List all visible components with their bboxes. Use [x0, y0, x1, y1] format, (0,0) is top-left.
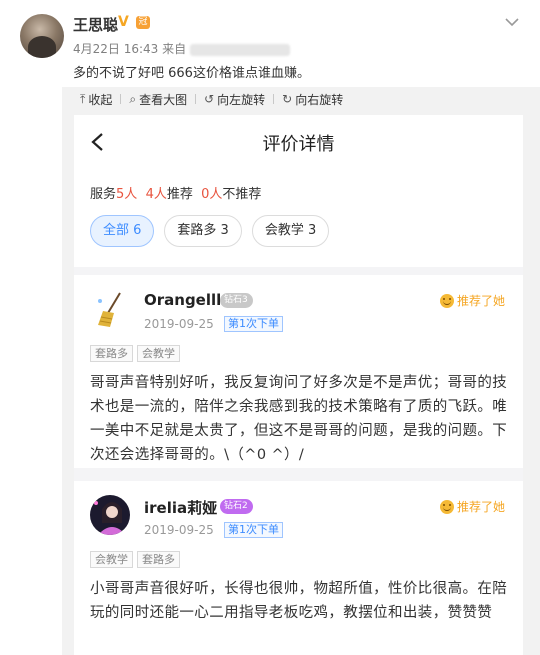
- review-tag: 会教学: [137, 345, 180, 362]
- chevron-down-icon[interactable]: [504, 14, 520, 30]
- recommend-badge: 推荐了她: [439, 498, 505, 515]
- view-large-label: 查看大图: [139, 92, 188, 107]
- review-card: irelia莉娅 钻石2 推荐了她 2019-09-25 第1次下单 会教学 套…: [74, 481, 523, 655]
- smile-icon: [439, 499, 454, 514]
- page-title: 评价详情: [262, 134, 335, 155]
- post-text: 多的不说了好吧 666这价格谁点谁血赚。: [73, 66, 310, 81]
- review-summary: 服务5人 4人推荐 0人不推荐: [90, 183, 261, 202]
- not-recommend-label: 不推荐: [222, 187, 262, 202]
- order-count-badge: 第1次下单: [224, 316, 283, 332]
- order-count-badge: 第1次下单: [224, 522, 283, 538]
- media-panel: ⤒ 收起 ⌕ 查看大图 ↺ 向左旋转 ↻ 向右旋转 评价详情 服务5人 4人推荐…: [62, 87, 540, 655]
- filter-tabs: 全部 6 套路多 3 会教学 3: [90, 215, 330, 247]
- recommend-label: 推荐: [166, 187, 193, 202]
- embedded-screenshot[interactable]: 评价详情 服务5人 4人推荐 0人不推荐 全部 6 套路多 3 会教学 3 Or…: [74, 115, 523, 655]
- view-large-button[interactable]: ⌕ 查看大图: [121, 91, 195, 108]
- tab-taolu: 套路多 3: [164, 215, 242, 247]
- recommend-count: 4人: [145, 187, 167, 202]
- review-summary-header: 评价详情 服务5人 4人推荐 0人不推荐 全部 6 套路多 3 会教学 3: [74, 115, 523, 267]
- poster-username[interactable]: 王思聪: [73, 14, 118, 35]
- post-timestamp: 4月22日 16:43 来自: [73, 42, 187, 56]
- post-meta: 4月22日 16:43 来自: [73, 40, 291, 57]
- rotate-right-button[interactable]: ↻ 向右旋转: [274, 91, 351, 108]
- reviewer-name: Orangelll: [144, 291, 222, 309]
- reviewer-photo-icon: [90, 495, 130, 535]
- level-badge: 钻石3: [220, 293, 253, 308]
- reviewer-avatar: [90, 495, 130, 535]
- served-label: 服务: [90, 187, 117, 202]
- rotate-left-button[interactable]: ↺ 向左旋转: [196, 91, 273, 108]
- rotate-right-icon: ↻: [282, 92, 293, 106]
- poster-avatar[interactable]: [20, 14, 64, 58]
- not-recommend-count: 0人: [201, 187, 223, 202]
- rotate-left-label: 向左旋转: [217, 92, 266, 107]
- smile-icon: [439, 293, 454, 308]
- review-date: 2019-09-25: [144, 317, 214, 331]
- collapse-label: 收起: [88, 92, 113, 107]
- image-toolbar: ⤒ 收起 ⌕ 查看大图 ↺ 向左旋转 ↻ 向右旋转: [62, 87, 540, 111]
- review-body: 哥哥声音特别好听，我反复询问了好多次是不是声优；哥哥的技术也是一流的，陪伴之余我…: [90, 375, 508, 463]
- recommend-text: 推荐了她: [456, 294, 505, 308]
- reviewer-name: irelia莉娅: [144, 499, 218, 517]
- level-badge: 钻石2: [220, 499, 253, 514]
- reviewer-avatar: [90, 289, 130, 329]
- review-tag: 会教学: [90, 551, 133, 568]
- recommend-text: 推荐了她: [456, 500, 505, 514]
- review-card: Orangelll 钻石3 推荐了她 2019-09-25 第1次下单 套路多 …: [74, 275, 523, 468]
- tab-teaching: 会教学 3: [251, 215, 330, 247]
- verified-v-icon: V: [118, 14, 129, 30]
- tab-all: 全部 6: [90, 215, 155, 247]
- blurred-source: [190, 43, 291, 56]
- review-tags: 会教学 套路多: [90, 551, 180, 568]
- review-date: 2019-09-25: [144, 523, 214, 537]
- served-count: 5人: [116, 187, 138, 202]
- review-tags: 套路多 会教学: [90, 345, 180, 362]
- collapse-button[interactable]: ⤒ 收起: [72, 91, 120, 108]
- collapse-icon: ⤒: [80, 91, 86, 106]
- rotate-right-label: 向右旋转: [295, 92, 344, 107]
- magnifier-icon: ⌕: [129, 91, 137, 106]
- review-body: 小哥哥声音很好听，长得也很帅，物超所值，性价比很高。在陪玩的同时还能一心二用指导…: [90, 581, 508, 621]
- recommend-badge: 推荐了她: [439, 292, 505, 309]
- broom-avatar-icon: [90, 289, 130, 329]
- review-tag: 套路多: [137, 551, 180, 568]
- review-tag: 套路多: [90, 345, 133, 362]
- vip-crown-icon: 冠: [136, 16, 150, 29]
- rotate-left-icon: ↺: [204, 92, 215, 106]
